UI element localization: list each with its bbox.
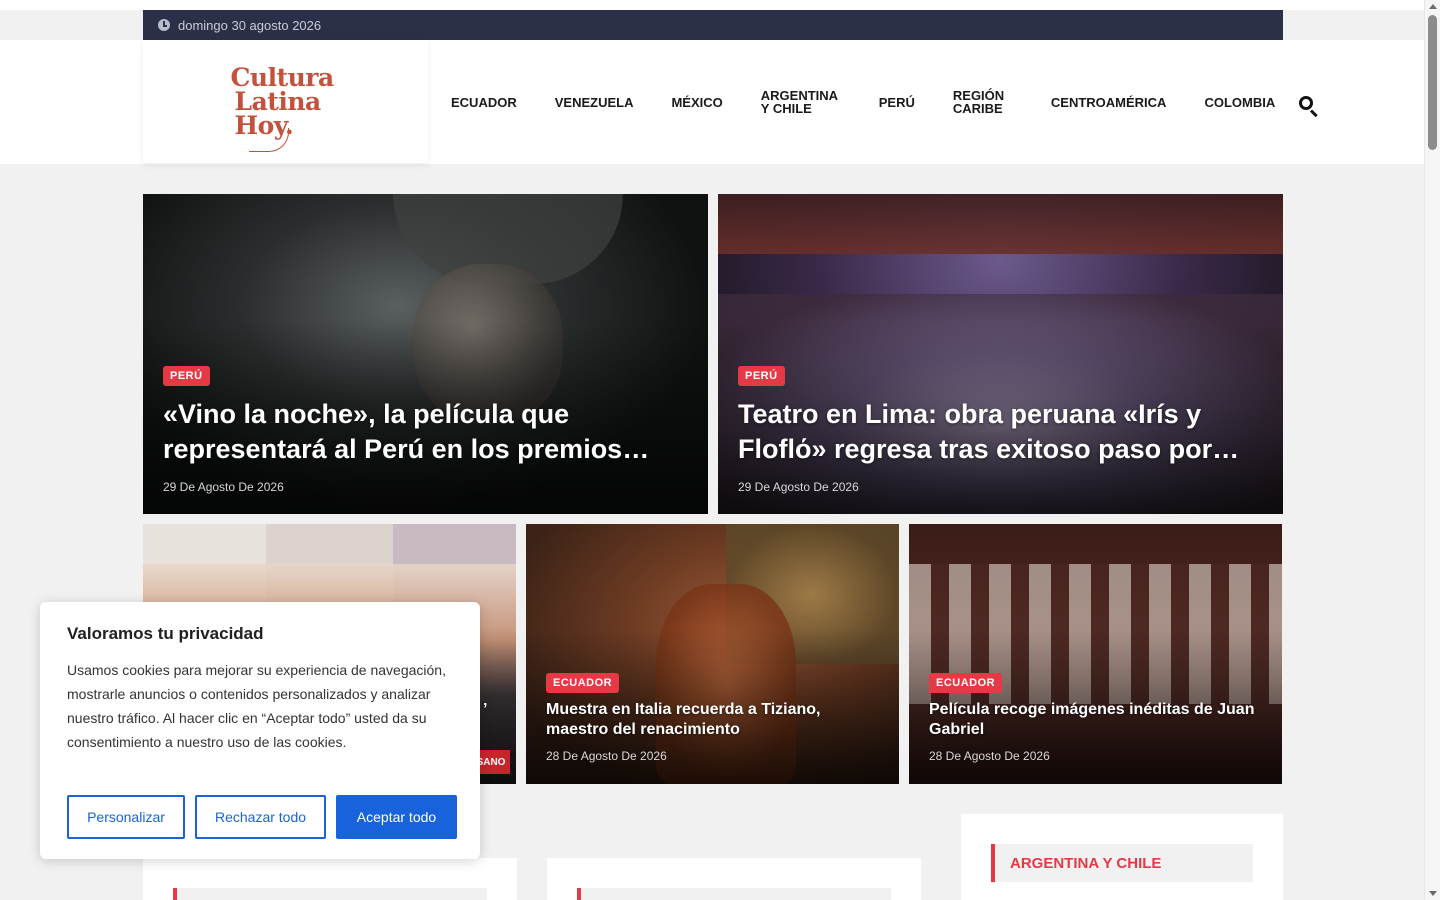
nav-item-centroamerica[interactable]: CENTROAMÉRICA — [1051, 96, 1167, 109]
logo-line: Latina — [234, 86, 322, 116]
article-date: 29 De Agosto De 2026 — [163, 480, 284, 494]
featured-article[interactable]: PERÚ «Vino la noche», la película que re… — [143, 194, 708, 514]
nav-item-colombia[interactable]: COLOMBIA — [1204, 96, 1275, 109]
nav-item-region-caribe[interactable]: REGIÓN CARIBE — [953, 89, 1013, 115]
nav-item-peru[interactable]: PERÚ — [879, 96, 915, 109]
secondary-article[interactable]: ECUADOR Película recoge imágenes inédita… — [909, 524, 1282, 784]
nav-item-ecuador[interactable]: ECUADOR — [451, 96, 517, 109]
featured-article[interactable]: PERÚ Teatro en Lima: obra peruana «Irís … — [718, 194, 1283, 514]
sidebar-widget: ARGENTINA Y CHILE — [961, 814, 1283, 900]
article-date: 28 De Agosto De 2026 — [546, 749, 667, 763]
article-title[interactable]: «Vino la noche», la película que represe… — [163, 397, 693, 467]
accept-all-button[interactable]: Aceptar todo — [336, 795, 457, 839]
top-strip — [0, 0, 1424, 10]
article-date: 28 De Agosto De 2026 — [929, 749, 1050, 763]
site-header: Cultura Latina Hoy. ECUADOR VENEZUELA MÉ… — [0, 40, 1424, 164]
category-badge[interactable]: PERÚ — [163, 366, 210, 386]
scroll-down-arrow-icon[interactable] — [1429, 891, 1437, 896]
search-icon[interactable] — [1298, 95, 1318, 118]
article-title[interactable]: ’ — [483, 700, 516, 720]
article-title[interactable]: Teatro en Lima: obra peruana «Irís y Flo… — [738, 397, 1268, 467]
article-title[interactable]: Película recoge imágenes inéditas de Jua… — [929, 700, 1269, 740]
site-logo: Cultura Latina Hoy. — [230, 62, 341, 152]
cookie-title: Valoramos tu privacidad — [67, 624, 264, 643]
customize-button[interactable]: Personalizar — [67, 795, 185, 839]
logo-link[interactable]: Cultura Latina Hoy. — [143, 40, 428, 163]
category-badge[interactable]: PERÚ — [738, 366, 785, 386]
logo-line: Cultura — [230, 62, 335, 92]
section-heading — [173, 888, 487, 900]
logo-swirl — [248, 127, 289, 152]
article-date: 29 De Agosto De 2026 — [738, 480, 859, 494]
secondary-article[interactable]: ECUADOR Muestra en Italia recuerda a Tiz… — [526, 524, 899, 784]
scroll-up-arrow-icon[interactable] — [1429, 4, 1437, 9]
main-nav: ECUADOR VENEZUELA MÉXICO ARGENTINA Y CHI… — [451, 40, 1313, 164]
reject-all-button[interactable]: Rechazar todo — [195, 795, 326, 839]
top-bar: domingo 30 agosto 2026 — [143, 10, 1283, 40]
nav-item-mexico[interactable]: MÉXICO — [671, 96, 722, 109]
nav-item-argentina-chile[interactable]: ARGENTINA Y CHILE — [761, 89, 841, 115]
nav-item-venezuela[interactable]: VENEZUELA — [555, 96, 634, 109]
scrollbar-thumb[interactable] — [1428, 15, 1437, 150]
current-date: domingo 30 agosto 2026 — [178, 17, 322, 33]
sidebar-heading[interactable]: ARGENTINA Y CHILE — [991, 844, 1253, 882]
section-heading — [577, 888, 891, 900]
article-title[interactable]: Muestra en Italia recuerda a Tiziano, ma… — [546, 700, 886, 740]
cookie-consent-dialog: Valoramos tu privacidad Usamos cookies p… — [40, 602, 480, 859]
category-badge[interactable]: ECUADOR — [546, 673, 620, 693]
cookie-text: Usamos cookies para mejorar su experienc… — [67, 662, 446, 750]
clock-icon — [158, 19, 170, 31]
content-section — [143, 858, 517, 900]
page-scrollbar[interactable] — [1424, 0, 1440, 900]
category-badge[interactable]: ECUADOR — [929, 673, 1003, 693]
cookie-buttons: Personalizar Rechazar todo Aceptar todo — [67, 795, 467, 839]
content-section — [547, 858, 921, 900]
